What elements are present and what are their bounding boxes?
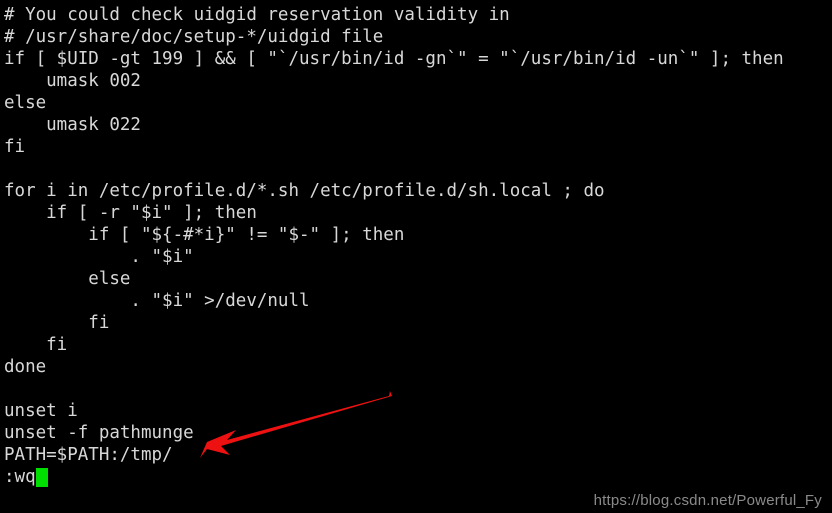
code-line: . "$i" (4, 247, 194, 267)
code-line: # You could check uidgid reservation val… (4, 5, 510, 25)
code-line: fi (4, 313, 110, 333)
code-line: . "$i" >/dev/null (4, 291, 310, 311)
code-line: else (4, 93, 47, 113)
code-line: if [ $UID -gt 199 ] && [ "`/usr/bin/id -… (4, 49, 784, 69)
code-line: unset -f pathmunge (4, 423, 194, 443)
code-line: if [ "${-#*i}" != "$-" ]; then (4, 225, 405, 245)
code-line: fi (4, 335, 68, 355)
terminal-screen: # You could check uidgid reservation val… (0, 0, 832, 513)
code-line: umask 022 (4, 115, 141, 135)
terminal-text-area[interactable]: # You could check uidgid reservation val… (0, 0, 832, 513)
code-line: unset i (4, 401, 78, 421)
code-line: umask 002 (4, 71, 141, 91)
code-line: fi (4, 137, 26, 157)
code-line: if [ -r "$i" ]; then (4, 203, 257, 223)
code-line: done (4, 357, 47, 377)
block-cursor (35, 467, 48, 487)
vim-command-line[interactable]: :wq (4, 466, 832, 488)
code-line: # /usr/share/doc/setup-*/uidgid file (4, 27, 384, 47)
code-line: else (4, 269, 131, 289)
watermark-text: https://blog.csdn.net/Powerful_Fy (593, 492, 822, 509)
vim-command-text: :wq (4, 467, 36, 487)
code-line-path: PATH=$PATH:/tmp/ (4, 445, 173, 465)
code-line: for i in /etc/profile.d/*.sh /etc/profil… (4, 181, 605, 201)
